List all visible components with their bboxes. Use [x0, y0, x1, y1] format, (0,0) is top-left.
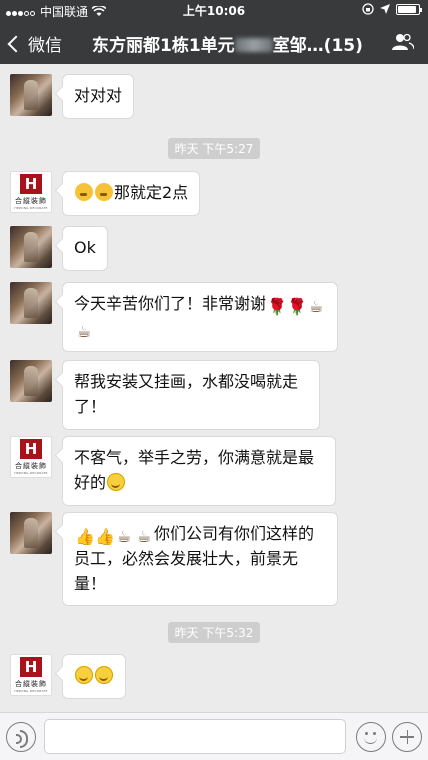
orientation-lock-icon	[362, 3, 374, 15]
emoji-icon[interactable]	[356, 722, 386, 752]
message-row: H 合縱裝飾 HEZONG DECORATE 不客气，举手之劳，你满意就是最好的	[10, 436, 336, 506]
header: 中国联通 上午10:06 微信 东方丽都1栋1单元 室邹…(15)	[0, 0, 428, 64]
timestamp: 昨天 下午5:27	[0, 138, 428, 159]
message-text: 那就定2点	[114, 183, 189, 202]
chat-area[interactable]: 对对对 昨天 下午5:27 H 合縱裝飾 HEZONG DECORATE 那就定…	[0, 64, 428, 712]
logo-cn: 合縱裝飾	[15, 680, 47, 688]
chat-title-suffix: 室邹…(15)	[272, 36, 363, 56]
voice-icon[interactable]	[6, 722, 36, 752]
location-arrow-icon	[380, 4, 390, 14]
avatar[interactable]	[10, 74, 52, 116]
thumbs-up-emoji-icon: 👍	[75, 527, 95, 546]
back-button[interactable]: 微信	[7, 31, 62, 56]
message-bubble[interactable]	[62, 654, 126, 699]
people-icon[interactable]	[392, 33, 414, 51]
message-text: Ok	[74, 238, 96, 257]
thinking-emoji-icon	[95, 183, 113, 201]
avatar[interactable]: H 合縱裝飾 HEZONG DECORATE	[10, 171, 52, 213]
logo-mark: H	[20, 174, 42, 194]
avatar[interactable]	[10, 282, 52, 324]
avatar[interactable]	[10, 360, 52, 402]
thumbs-up-emoji-icon: 👍	[95, 527, 115, 546]
message-text: 对对对	[74, 86, 123, 105]
avatar[interactable]: H 合縱裝飾 HEZONG DECORATE	[10, 436, 52, 478]
message-input[interactable]	[44, 719, 346, 754]
chat-title-prefix: 东方丽都1栋1单元	[92, 36, 235, 56]
message-row: H 合縱裝飾 HEZONG DECORATE	[10, 654, 126, 699]
plus-icon[interactable]	[392, 722, 422, 752]
status-bar: 中国联通 上午10:06	[0, 0, 428, 20]
nav-bar: 微信 东方丽都1栋1单元 室邹…(15)	[0, 20, 428, 64]
message-text: 帮我安装又挂画，水都没喝就走了！	[74, 372, 299, 416]
message-bubble[interactable]: Ok	[62, 226, 108, 271]
logo-en: HEZONG DECORATE	[14, 471, 48, 475]
logo-mark: H	[20, 439, 42, 459]
message-row: 👍👍 ☕ ☕ 你们公司有你们这样的员工，必然会发展壮大，前景无量！	[10, 512, 338, 607]
thinking-emoji-icon	[75, 183, 93, 201]
message-row: 对对对	[10, 74, 135, 119]
timestamp: 昨天 下午5:32	[0, 622, 428, 643]
chat-title: 东方丽都1栋1单元 室邹…(15)	[92, 31, 363, 56]
timestamp-label: 昨天 下午5:27	[167, 138, 261, 159]
rose-emoji-icon: 🌹	[267, 297, 287, 316]
back-label: 微信	[28, 36, 62, 56]
logo-en: HEZONG DECORATE	[14, 689, 48, 693]
avatar[interactable]	[10, 226, 52, 268]
smile-emoji-icon	[107, 472, 126, 491]
logo-mark: H	[20, 657, 42, 677]
message-row: 今天辛苦你们了！非常谢谢🌹🌹 ☕ ☕	[10, 282, 338, 352]
coffee-emoji-icon: ☕	[308, 297, 324, 316]
rose-emoji-icon: 🌹	[287, 297, 307, 316]
message-row: 帮我安装又挂画，水都没喝就走了！	[10, 360, 320, 430]
smile-emoji-icon	[95, 666, 113, 684]
message-bubble[interactable]: 不客气，举手之劳，你满意就是最好的	[62, 436, 336, 506]
smile-emoji-icon	[75, 666, 93, 684]
input-bar	[0, 712, 428, 760]
message-bubble[interactable]: 今天辛苦你们了！非常谢谢🌹🌹 ☕ ☕	[62, 282, 338, 352]
message-bubble[interactable]: 对对对	[62, 74, 135, 119]
chat-title-redaction	[234, 38, 273, 52]
logo-cn: 合縱裝飾	[15, 197, 47, 205]
chevron-left-icon	[7, 35, 25, 52]
message-bubble[interactable]: 帮我安装又挂画，水都没喝就走了！	[62, 360, 320, 430]
avatar[interactable]	[10, 512, 52, 554]
logo-cn: 合縱裝飾	[15, 462, 47, 470]
status-right	[362, 3, 422, 15]
message-row: Ok	[10, 226, 108, 271]
timestamp-label: 昨天 下午5:32	[167, 622, 261, 643]
avatar[interactable]: H 合縱裝飾 HEZONG DECORATE	[10, 654, 52, 696]
message-row: H 合縱裝飾 HEZONG DECORATE 那就定2点	[10, 171, 201, 216]
coffee-emoji-icon: ☕	[116, 527, 132, 546]
logo-en: HEZONG DECORATE	[14, 206, 48, 210]
coffee-emoji-icon: ☕	[136, 527, 152, 546]
message-bubble[interactable]: 那就定2点	[62, 171, 201, 216]
battery-level	[398, 5, 416, 13]
battery-icon	[396, 3, 422, 15]
message-text: 今天辛苦你们了！非常谢谢	[74, 294, 267, 313]
message-bubble[interactable]: 👍👍 ☕ ☕ 你们公司有你们这样的员工，必然会发展壮大，前景无量！	[62, 512, 338, 607]
coffee-emoji-icon: ☕	[76, 321, 92, 341]
